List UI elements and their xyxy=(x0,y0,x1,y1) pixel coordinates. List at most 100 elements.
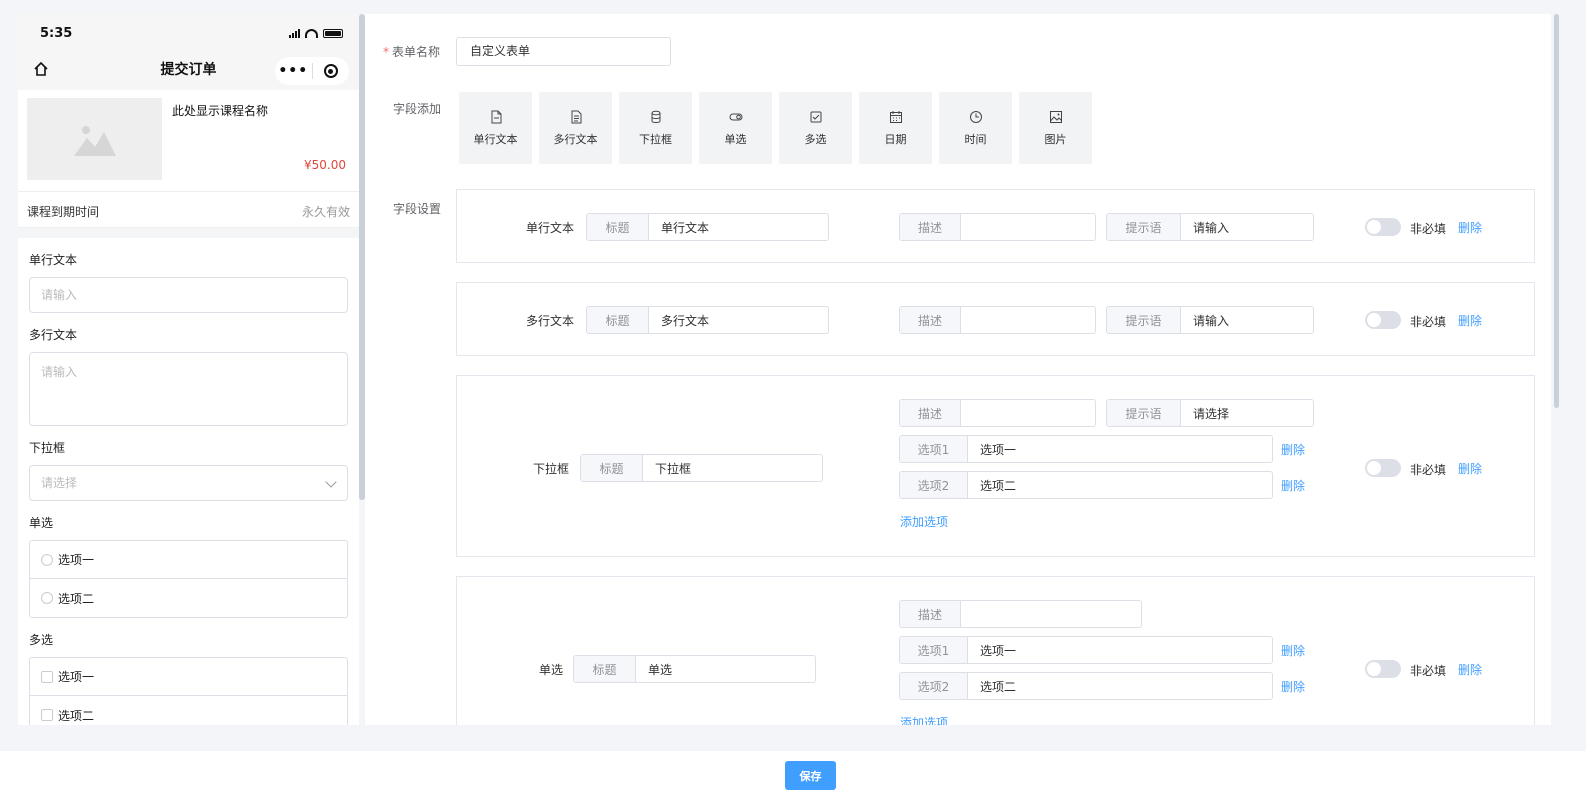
field-settings-label: 字段设置 xyxy=(393,202,442,216)
preview-radio-label: 单选 xyxy=(29,516,54,530)
add-option-link[interactable]: 添加选项 xyxy=(900,714,948,725)
option-value: 选项二 xyxy=(980,478,1017,493)
hint-value: 请输入 xyxy=(1193,220,1230,235)
title-input[interactable]: 标题 下拉框 xyxy=(580,454,823,482)
preview-select[interactable]: 请选择 xyxy=(29,465,348,501)
hint-prefix: 提示语 xyxy=(1107,214,1181,240)
field-card-radio: 单选 标题 单选 描述 选项1 选项一 删除 选项2 选项二 删除 添加选项 非必填 … xyxy=(456,576,1535,725)
signal-icon xyxy=(289,29,300,38)
close-target-icon[interactable] xyxy=(313,64,350,78)
option-input[interactable]: 选项1 选项一 xyxy=(899,435,1273,463)
preview-select-placeholder: 请选择 xyxy=(41,476,78,490)
add-select-button[interactable]: 下拉框 xyxy=(619,92,692,164)
form-name-input[interactable]: 自定义表单 xyxy=(456,37,671,66)
add-time-button[interactable]: 时间 xyxy=(939,92,1012,164)
desc-prefix: 描述 xyxy=(900,307,961,333)
field-add-label: 字段添加 xyxy=(393,102,442,116)
delete-field-link[interactable]: 删除 xyxy=(1458,661,1482,678)
delete-field-link[interactable]: 删除 xyxy=(1458,460,1482,477)
preview-single-input[interactable]: 请输入 xyxy=(29,277,348,313)
expire-row: 课程到期时间 永久有效 xyxy=(18,192,359,228)
field-button-label: 多行文本 xyxy=(553,132,598,146)
delete-field-link[interactable]: 删除 xyxy=(1458,219,1482,236)
preview-radio-option[interactable]: 选项二 xyxy=(30,579,347,617)
option-prefix: 选项2 xyxy=(900,673,968,699)
preview-multi-textarea[interactable]: 请输入 xyxy=(29,352,348,426)
field-button-label: 单选 xyxy=(724,132,747,146)
database-icon xyxy=(651,110,660,123)
title-prefix: 标题 xyxy=(574,656,636,682)
desc-prefix: 描述 xyxy=(900,601,961,627)
required-label: 非必填 xyxy=(1410,315,1447,329)
chevron-down-icon xyxy=(325,476,337,488)
bottom-bar: 保存 xyxy=(0,751,1586,802)
hint-input[interactable]: 提示语 请输入 xyxy=(1106,213,1314,241)
status-icons xyxy=(289,29,343,38)
delete-option-link[interactable]: 删除 xyxy=(1281,477,1305,494)
required-switch[interactable] xyxy=(1365,311,1401,329)
option-input[interactable]: 选项1 选项一 xyxy=(899,636,1273,664)
status-bar: 5:35 xyxy=(18,14,359,54)
picture-icon xyxy=(1049,110,1062,123)
title-value: 下拉框 xyxy=(655,461,692,476)
required-switch[interactable] xyxy=(1365,218,1401,236)
option-value: 选项二 xyxy=(980,679,1017,694)
preview-radio-option[interactable]: 选项一 xyxy=(30,541,347,579)
more-icon[interactable]: ••• xyxy=(275,63,312,79)
required-switch[interactable] xyxy=(1365,459,1401,477)
save-button[interactable]: 保存 xyxy=(785,761,836,790)
checkbox-icon xyxy=(810,111,821,122)
title-input[interactable]: 标题 多行文本 xyxy=(586,306,829,334)
course-info: 此处显示课程名称 ¥50.00 xyxy=(18,90,359,192)
title-input[interactable]: 标题 单选 xyxy=(573,655,816,683)
image-placeholder-icon xyxy=(73,126,116,156)
status-time: 5:35 xyxy=(40,26,73,41)
delete-option-link[interactable]: 删除 xyxy=(1281,642,1305,659)
desc-prefix: 描述 xyxy=(900,214,961,240)
field-button-label: 图片 xyxy=(1044,132,1067,146)
delete-field-link[interactable]: 删除 xyxy=(1458,312,1482,329)
option-input[interactable]: 选项2 选项二 xyxy=(899,672,1273,700)
add-multi-text-button[interactable]: 多行文本 xyxy=(539,92,612,164)
add-date-button[interactable]: 日期 xyxy=(859,92,932,164)
preview-check-option[interactable]: 选项二 xyxy=(30,696,347,725)
add-checkbox-button[interactable]: 多选 xyxy=(779,92,852,164)
desc-input[interactable]: 描述 xyxy=(899,399,1096,427)
option-value: 选项一 xyxy=(980,442,1017,457)
hint-value: 请输入 xyxy=(1193,313,1230,328)
field-button-label: 日期 xyxy=(884,132,907,146)
option-input[interactable]: 选项2 选项二 xyxy=(899,471,1273,499)
expire-label: 课程到期时间 xyxy=(27,205,100,219)
field-card-name: 多行文本 xyxy=(526,314,575,328)
field-card-name: 下拉框 xyxy=(533,462,570,476)
title-input[interactable]: 标题 单行文本 xyxy=(586,213,829,241)
title-prefix: 标题 xyxy=(587,214,649,240)
preview-check-group: 选项一 选项二 xyxy=(29,657,348,725)
desc-input[interactable]: 描述 xyxy=(899,213,1096,241)
desc-input[interactable]: 描述 xyxy=(899,306,1096,334)
preview-check-option[interactable]: 选项一 xyxy=(30,658,347,696)
hint-value: 请选择 xyxy=(1193,406,1230,421)
course-price: ¥50.00 xyxy=(304,158,346,172)
field-card-single-text: 单行文本 标题 单行文本 描述 提示语 请输入 非必填 删除 xyxy=(456,189,1535,263)
hint-input[interactable]: 提示语 请输入 xyxy=(1106,306,1314,334)
field-button-label: 下拉框 xyxy=(639,132,672,146)
checkbox-icon xyxy=(41,670,53,683)
radio-option-label: 选项一 xyxy=(58,553,95,567)
hint-prefix: 提示语 xyxy=(1107,400,1181,426)
desc-value xyxy=(961,214,1095,240)
desc-input[interactable]: 描述 xyxy=(899,600,1142,628)
add-image-button[interactable]: 图片 xyxy=(1019,92,1092,164)
add-option-link[interactable]: 添加选项 xyxy=(900,513,948,530)
desc-value xyxy=(961,307,1095,333)
hint-prefix: 提示语 xyxy=(1107,307,1181,333)
home-icon[interactable] xyxy=(33,61,49,77)
field-card-select: 下拉框 标题 下拉框 描述 提示语 请选择 选项1 选项一 删除 选项2 选项二 删除 … xyxy=(456,375,1535,557)
required-switch[interactable] xyxy=(1365,660,1401,678)
delete-option-link[interactable]: 删除 xyxy=(1281,678,1305,695)
editor-scrollbar[interactable] xyxy=(1554,14,1559,408)
add-single-text-button[interactable]: 单行文本 xyxy=(459,92,532,164)
hint-input[interactable]: 提示语 请选择 xyxy=(1106,399,1314,427)
delete-option-link[interactable]: 删除 xyxy=(1281,441,1305,458)
add-radio-button[interactable]: 单选 xyxy=(699,92,772,164)
